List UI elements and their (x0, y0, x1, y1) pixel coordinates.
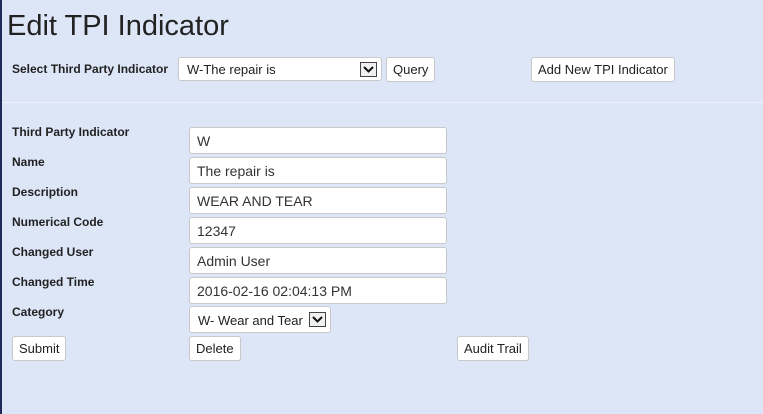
section-divider (2, 102, 763, 103)
field-label-changed-user: Changed User (12, 245, 94, 259)
name-input[interactable] (189, 157, 447, 184)
chevron-down-icon[interactable] (360, 62, 377, 77)
field-label-numerical-code: Numerical Code (12, 215, 104, 229)
category-select-value: W- Wear and Tear (198, 313, 303, 328)
window-left-border (0, 0, 2, 414)
field-label-name: Name (12, 155, 45, 169)
audit-trail-button[interactable]: Audit Trail (457, 336, 529, 361)
field-label-category: Category (12, 305, 65, 319)
delete-button[interactable]: Delete (189, 336, 241, 361)
description-input[interactable] (189, 187, 447, 214)
page-title: Edit TPI Indicator (7, 10, 229, 42)
field-label-description: Description (12, 185, 79, 199)
numerical-code-input[interactable] (189, 217, 447, 244)
indicator-select[interactable]: W-The repair is (178, 57, 382, 81)
third-party-indicator-input[interactable] (189, 127, 447, 154)
select-indicator-label: Select Third Party Indicator (12, 62, 169, 76)
indicator-select-value: W-The repair is (187, 62, 276, 77)
changed-user-input[interactable] (189, 247, 447, 274)
field-label-third-party-indicator: Third Party Indicator (12, 125, 130, 139)
submit-button[interactable]: Submit (12, 336, 67, 361)
query-button[interactable]: Query (386, 57, 436, 82)
chevron-down-icon[interactable] (309, 312, 326, 327)
add-new-tpi-button[interactable]: Add New TPI Indicator (531, 57, 675, 82)
category-select[interactable]: W- Wear and Tear (189, 306, 331, 333)
field-label-changed-time: Changed Time (12, 275, 95, 289)
changed-time-input[interactable] (189, 277, 447, 304)
